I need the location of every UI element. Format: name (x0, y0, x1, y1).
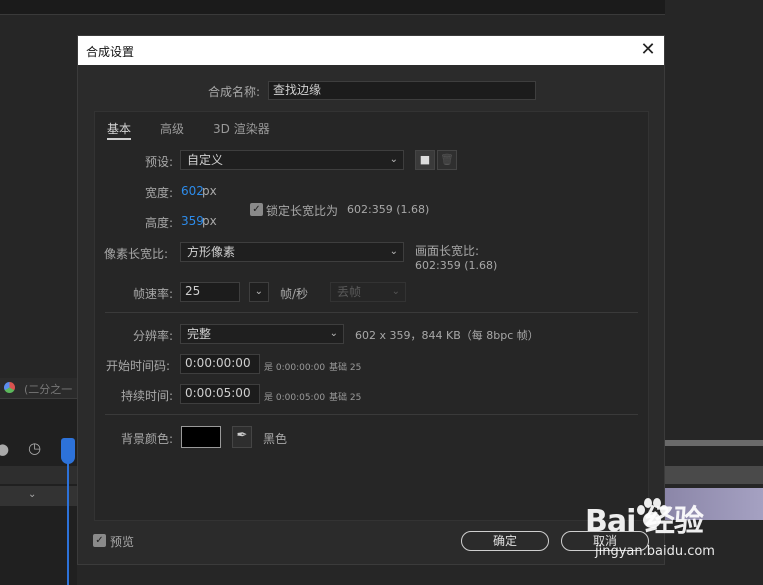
settings-panel: 基本 高级 3D 渲染器 预设: 自定义 ⌄ ■ 🗑 宽度: 602 px 高度… (94, 111, 649, 521)
comp-flowchart-icon[interactable]: ◷ (28, 439, 41, 457)
pixel-aspect-dropdown[interactable]: 方形像素 ⌄ (180, 242, 404, 262)
timeline-header-row (0, 466, 77, 484)
height-label: 高度: (145, 216, 174, 230)
start-timecode-input[interactable]: 0:00:00:00 (180, 354, 260, 374)
composition-color-icon (4, 382, 15, 393)
preview-label: 预览 (110, 535, 135, 549)
time-ruler[interactable] (665, 466, 763, 484)
duration-label: 持续时间: (121, 389, 174, 403)
frame-rate-unit: 帧/秒 (280, 287, 309, 301)
playhead-handle[interactable] (61, 438, 75, 464)
frame-rate-label: 帧速率: (133, 287, 174, 301)
preset-dropdown[interactable]: 自定义 ⌄ (180, 150, 404, 170)
eyedropper-icon[interactable]: ✒ (232, 426, 252, 448)
duration-input[interactable]: 0:00:05:00 (180, 384, 260, 404)
ok-button[interactable]: 确定 (461, 531, 549, 551)
timeline-layer-row (0, 486, 77, 506)
drop-frame-dropdown: 丢帧 ⌄ (330, 282, 406, 302)
search-icon[interactable]: ● (0, 440, 9, 458)
tab-advanced[interactable]: 高级 (160, 120, 184, 137)
bg-color-swatch[interactable] (181, 426, 221, 448)
preset-value: 自定义 (187, 153, 224, 167)
paw-icon (637, 498, 668, 528)
duration-note: 是 0:00:05:00 (264, 393, 326, 403)
work-area-bar[interactable] (665, 440, 763, 446)
frame-aspect-value: 602:359 (1.68) (415, 259, 498, 272)
frame-aspect-label: 画面长宽比: (415, 244, 480, 258)
width-value[interactable]: 602 (181, 184, 204, 198)
height-unit: px (202, 214, 217, 228)
pixel-aspect-label: 像素长宽比: (104, 247, 169, 261)
chevron-down-icon: ⌄ (391, 286, 400, 297)
frame-rate-input[interactable]: 25 (180, 282, 240, 302)
dialog-titlebar: 合成设置 ✕ (78, 36, 664, 65)
resolution-dropdown[interactable]: 完整 ⌄ (180, 324, 344, 344)
chevron-down-icon: ⌄ (329, 328, 338, 339)
start-timecode-base: 基础 25 (329, 363, 362, 373)
drop-frame-value: 丢帧 (337, 285, 362, 299)
delete-preset-icon: 🗑 (437, 150, 457, 170)
start-timecode-note: 是 0:00:00:00 (264, 363, 326, 373)
dialog-title: 合成设置 (86, 45, 135, 59)
composition-settings-dialog: 合成设置 ✕ 合成名称: 查找边缘 基本 高级 3D 渲染器 预设: 自定义 ⌄… (77, 35, 665, 565)
resolution-tab-label[interactable]: (二分之一 (24, 381, 72, 397)
app-top-bar (0, 0, 763, 15)
save-preset-icon[interactable]: ■ (415, 150, 435, 170)
separator (105, 312, 638, 313)
start-timecode-label: 开始时间码: (106, 359, 171, 373)
bg-color-label: 背景颜色: (121, 432, 174, 446)
width-unit: px (202, 184, 217, 198)
close-icon[interactable]: ✕ (638, 40, 658, 60)
chevron-down-icon: ⌄ (254, 286, 263, 297)
watermark-url: jingyan.baidu.com (595, 544, 715, 559)
bg-color-name: 黑色 (263, 432, 288, 446)
width-label: 宽度: (145, 186, 174, 200)
lock-aspect-ratio: 602:359 (1.68) (347, 203, 430, 216)
tab-basic[interactable]: 基本 (107, 120, 132, 140)
comp-name-label: 合成名称: (208, 85, 261, 99)
lock-aspect-label: 锁定长宽比为 (266, 204, 339, 218)
duration-base: 基础 25 (329, 393, 362, 403)
resolution-label: 分辨率: (133, 329, 174, 343)
preset-label: 预设: (145, 155, 174, 169)
resolution-info: 602 x 359，844 KB（每 8bpc 帧） (355, 329, 539, 342)
chevron-down-icon[interactable]: ⌄ (28, 489, 36, 500)
resolution-value: 完整 (187, 327, 212, 341)
pixel-aspect-value: 方形像素 (187, 245, 236, 259)
chevron-down-icon: ⌄ (389, 154, 398, 165)
frame-rate-dropdown[interactable]: ⌄ (249, 282, 269, 302)
tab-3d-renderer[interactable]: 3D 渲染器 (213, 120, 270, 137)
watermark: Bai 经验 jingyan.baidu.com (585, 494, 763, 574)
chevron-down-icon: ⌄ (389, 246, 398, 257)
lock-aspect-checkbox[interactable]: ✓ (250, 203, 263, 216)
preview-checkbox[interactable]: ✓ (93, 534, 106, 547)
separator (105, 414, 638, 415)
height-value[interactable]: 359 (181, 214, 204, 228)
comp-name-input[interactable]: 查找边缘 (268, 81, 536, 100)
